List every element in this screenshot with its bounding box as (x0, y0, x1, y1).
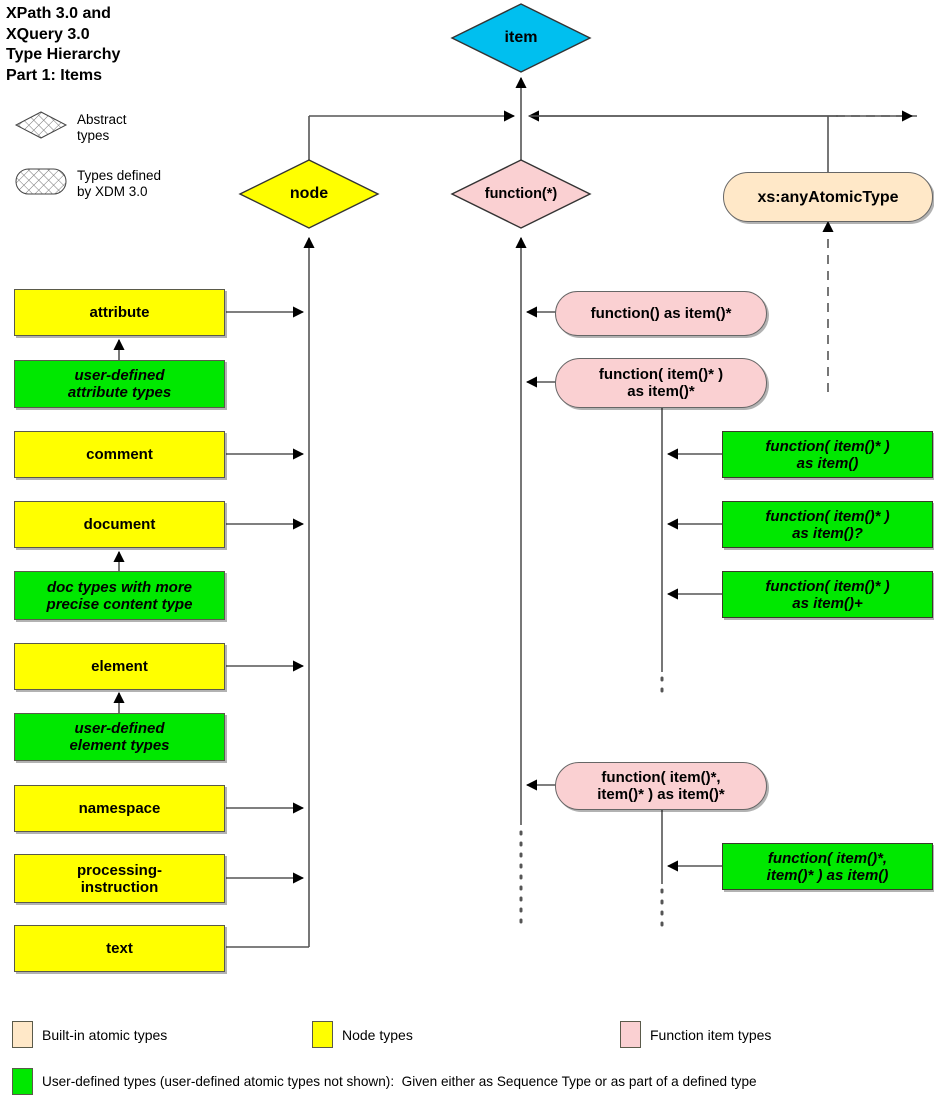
legend-builtin-atomic-types: Built-in atomic types (12, 1021, 167, 1048)
key-abstract-types-label: Abstract types (77, 111, 127, 143)
function-type-function-two-args-as-item-star: function( item()*, item()* ) as item()* (555, 762, 767, 810)
legend-function-item-types: Function item types (620, 1021, 771, 1048)
function-type-function-item-star-as-item-star: function( item()* ) as item()* (555, 358, 767, 408)
node-type-namespace: namespace (14, 785, 225, 832)
legend-node-types: Node types (312, 1021, 413, 1048)
xdm-type-icon (14, 165, 68, 202)
legend-label-builtin-atomic: Built-in atomic types (42, 1026, 168, 1043)
abstract-type-icon (14, 110, 68, 145)
function-type-function-item-star-as-item-optional: function( item()* ) as item()? (722, 501, 933, 548)
node-diamond: node (238, 158, 380, 230)
function-type-function-as-item-star: function() as item()* (555, 291, 767, 336)
legend-label-function-item-types: Function item types (650, 1026, 772, 1043)
node-type-doc-types-precise-content: doc types with more precise content type (14, 571, 225, 620)
function-type-function-item-star-as-item-plus: function( item()* ) as item()+ (722, 571, 933, 618)
legend-swatch-user-defined (12, 1068, 33, 1095)
legend-label-user-defined: User-defined types (user-defined atomic … (42, 1074, 757, 1089)
type-hierarchy-diagram: XPath 3.0 and XQuery 3.0 Type Hierarchy … (0, 0, 934, 1095)
key-xdm-types-label: Types defined by XDM 3.0 (77, 167, 162, 199)
legend-user-defined-types: User-defined types (user-defined atomic … (12, 1068, 757, 1095)
node-type-user-defined-element-types: user-defined element types (14, 713, 225, 761)
item-diamond: item (450, 2, 592, 74)
legend-label-node-types: Node types (342, 1026, 413, 1043)
node-type-document: document (14, 501, 225, 548)
node-type-text: text (14, 925, 225, 972)
node-type-processing-instruction: processing- instruction (14, 854, 225, 903)
key-xdm-types: Types defined by XDM 3.0 (14, 165, 161, 202)
xs-any-atomic-type-node: xs:anyAtomicType (723, 172, 933, 222)
node-type-attribute: attribute (14, 289, 225, 336)
legend-swatch-function-item-types (620, 1021, 641, 1048)
function-star-diamond: function(*) (450, 158, 592, 230)
function-type-function-two-args-as-item: function( item()*, item()* ) as item() (722, 843, 933, 890)
function-type-function-item-star-as-item: function( item()* ) as item() (722, 431, 933, 478)
node-type-element: element (14, 643, 225, 690)
legend-swatch-builtin-atomic (12, 1021, 33, 1048)
node-type-comment: comment (14, 431, 225, 478)
node-type-user-defined-attribute-types: user-defined attribute types (14, 360, 225, 408)
legend-swatch-node-types (312, 1021, 333, 1048)
page-title: XPath 3.0 and XQuery 3.0 Type Hierarchy … (6, 5, 121, 84)
key-abstract-types: Abstract types (14, 110, 127, 145)
